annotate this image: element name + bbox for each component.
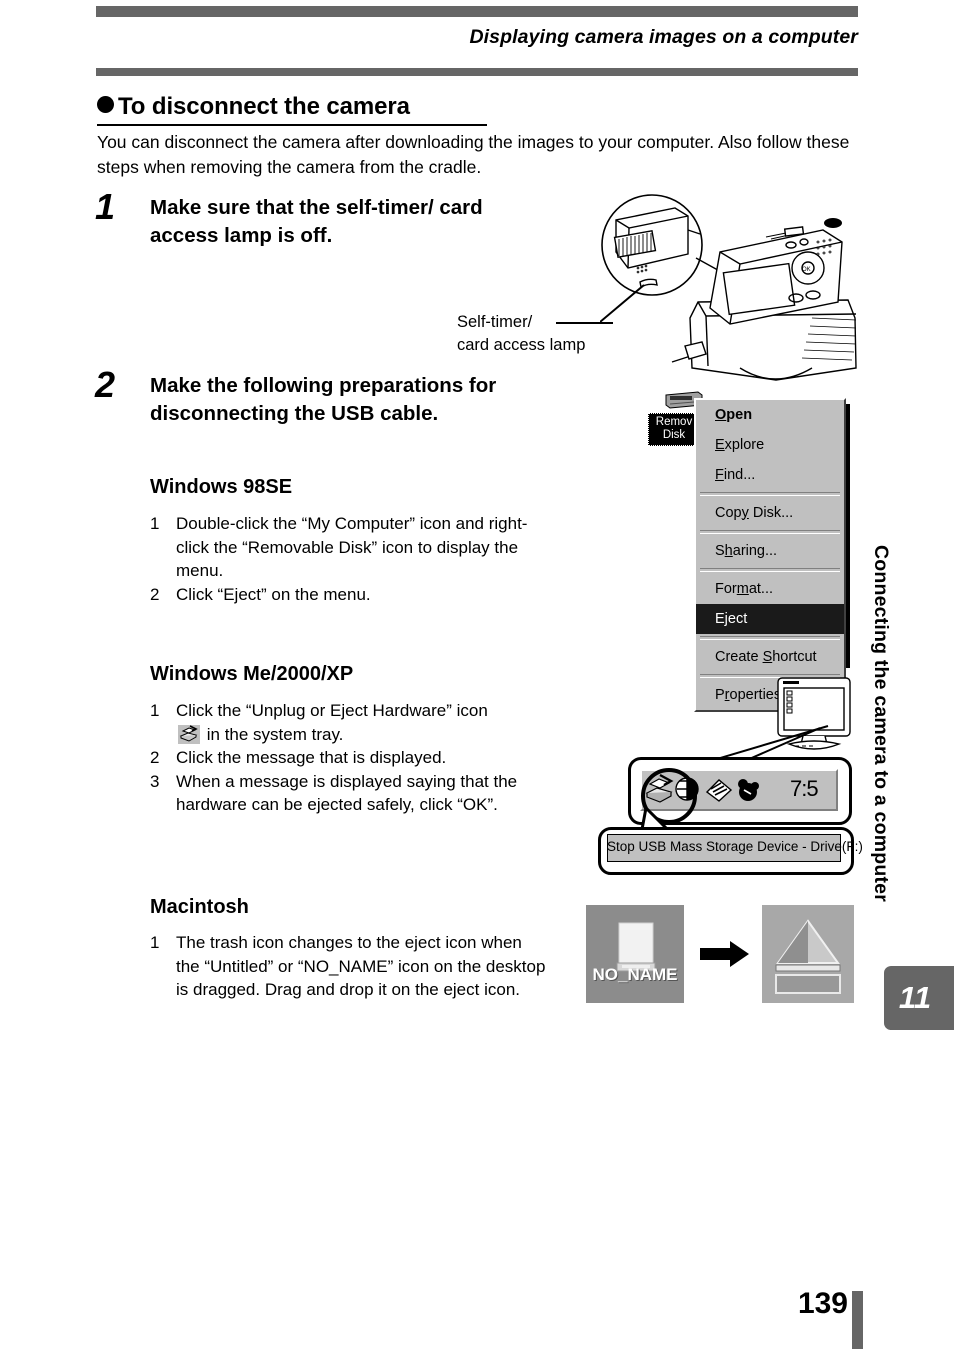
windows-98se-steps: 1 Double-click the “My Computer” icon an…: [150, 512, 550, 606]
menu-separator: [700, 636, 840, 640]
header-top-rule: [96, 6, 858, 17]
menu-separator: [700, 492, 840, 496]
menu-item-create-shortcut[interactable]: Create Shortcut: [696, 642, 844, 672]
menu-item-explore[interactable]: Explore: [696, 430, 844, 460]
list-item-text: Click “Eject” on the menu.: [176, 584, 371, 604]
systray-clock: 7:5: [790, 776, 819, 801]
unplug-eject-hardware-icon: [178, 724, 200, 744]
menu-item-find[interactable]: Find...: [696, 460, 844, 490]
mac-eject-icon[interactable]: [762, 905, 854, 1003]
list-item-text: When a message is displayed saying that …: [176, 771, 518, 815]
step-1-number: 1: [95, 186, 116, 227]
section-heading-underline: [97, 124, 487, 126]
macintosh-steps: 1 The trash icon changes to the eject ic…: [150, 931, 550, 1002]
menu-separator: [700, 568, 840, 572]
menu-item-format[interactable]: Format...: [696, 574, 844, 604]
macintosh-title: Macintosh: [150, 896, 249, 918]
list-item-number: 2: [150, 748, 160, 767]
tooltip-text: Stop USB Mass Storage Device - Drive(F:): [607, 839, 863, 854]
menu-item-open[interactable]: Open: [696, 400, 844, 430]
windows-98se-title: Windows 98SE: [150, 476, 293, 498]
menu-item-eject[interactable]: Eject: [696, 604, 844, 634]
menu-item-copy-disk[interactable]: Copy Disk...: [696, 498, 844, 528]
list-item: 3 When a message is displayed saying tha…: [150, 770, 550, 817]
header-second-rule: [96, 68, 858, 76]
removable-disk-label-line2: Disk: [662, 429, 686, 441]
list-item-text: Double-click the “My Computer” icon and …: [176, 514, 528, 580]
running-header-title: Displaying camera images on a computer: [469, 26, 858, 48]
list-item-number: 1: [150, 701, 160, 720]
side-chapter-title: Connecting the camera to a computer: [870, 545, 892, 902]
callout-line-2: card access lamp: [457, 336, 586, 354]
footer-bar: [852, 1291, 863, 1349]
windows-me2000xp-title: Windows Me/2000/XP: [150, 663, 354, 685]
step-2-number: 2: [95, 364, 116, 405]
callout-leader-diagonal: [599, 283, 646, 325]
section-heading-label: To disconnect the camera: [118, 93, 410, 120]
list-item: 1 Click the “Unplug or Eject Hardware” i…: [150, 699, 550, 746]
section-heading: To disconnect the camera: [97, 93, 492, 121]
self-timer-lamp-callout: Self-timer/ card access lamp: [457, 311, 585, 357]
list-item-number: 3: [150, 771, 160, 791]
list-item-number: 2: [150, 584, 160, 604]
list-item: 1 The trash icon changes to the eject ic…: [150, 931, 550, 1002]
list-item: 1 Double-click the “My Computer” icon an…: [150, 512, 550, 583]
transition-arrow-icon: [700, 940, 750, 968]
list-item-text: Click the “Unplug or Eject Hardware” ico…: [176, 701, 488, 720]
list-item: 2 Click “Eject” on the menu.: [150, 583, 550, 607]
removable-disk-context-menu[interactable]: Open Explore Find... Copy Disk... Sharin…: [694, 398, 846, 712]
windows-me2000xp-steps: 1 Click the “Unplug or Eject Hardware” i…: [150, 699, 550, 817]
mac-volume-icon[interactable]: [586, 905, 684, 1003]
removable-disk-label: Remov Disk: [648, 413, 700, 446]
list-item: 2 Click the message that is displayed.: [150, 746, 550, 770]
list-item-number: 1: [150, 933, 160, 952]
step-2-heading: Make the following preparations for disc…: [150, 374, 497, 425]
list-item-text: Click the message that is displayed.: [176, 748, 447, 767]
mac-volume-label: NO_NAME: [592, 965, 678, 984]
page-number: 139: [797, 1287, 848, 1320]
section-intro-text: You can disconnect the camera after down…: [97, 132, 850, 177]
chapter-number: 11: [898, 980, 932, 1015]
menu-separator: [700, 530, 840, 534]
removable-disk-label-line1: Remov: [655, 416, 693, 428]
menu-item-sharing[interactable]: Sharing...: [696, 536, 844, 566]
step-1-heading: Make sure that the self-timer/ card acce…: [150, 196, 483, 247]
list-item-text-tail: in the system tray.: [206, 724, 344, 744]
context-menu-shadow: [846, 404, 850, 668]
list-item-text: The trash icon changes to the eject icon…: [176, 933, 546, 999]
svg-text:OK: OK: [802, 267, 811, 273]
bullet-icon: [97, 96, 114, 113]
list-item-number: 1: [150, 514, 160, 533]
